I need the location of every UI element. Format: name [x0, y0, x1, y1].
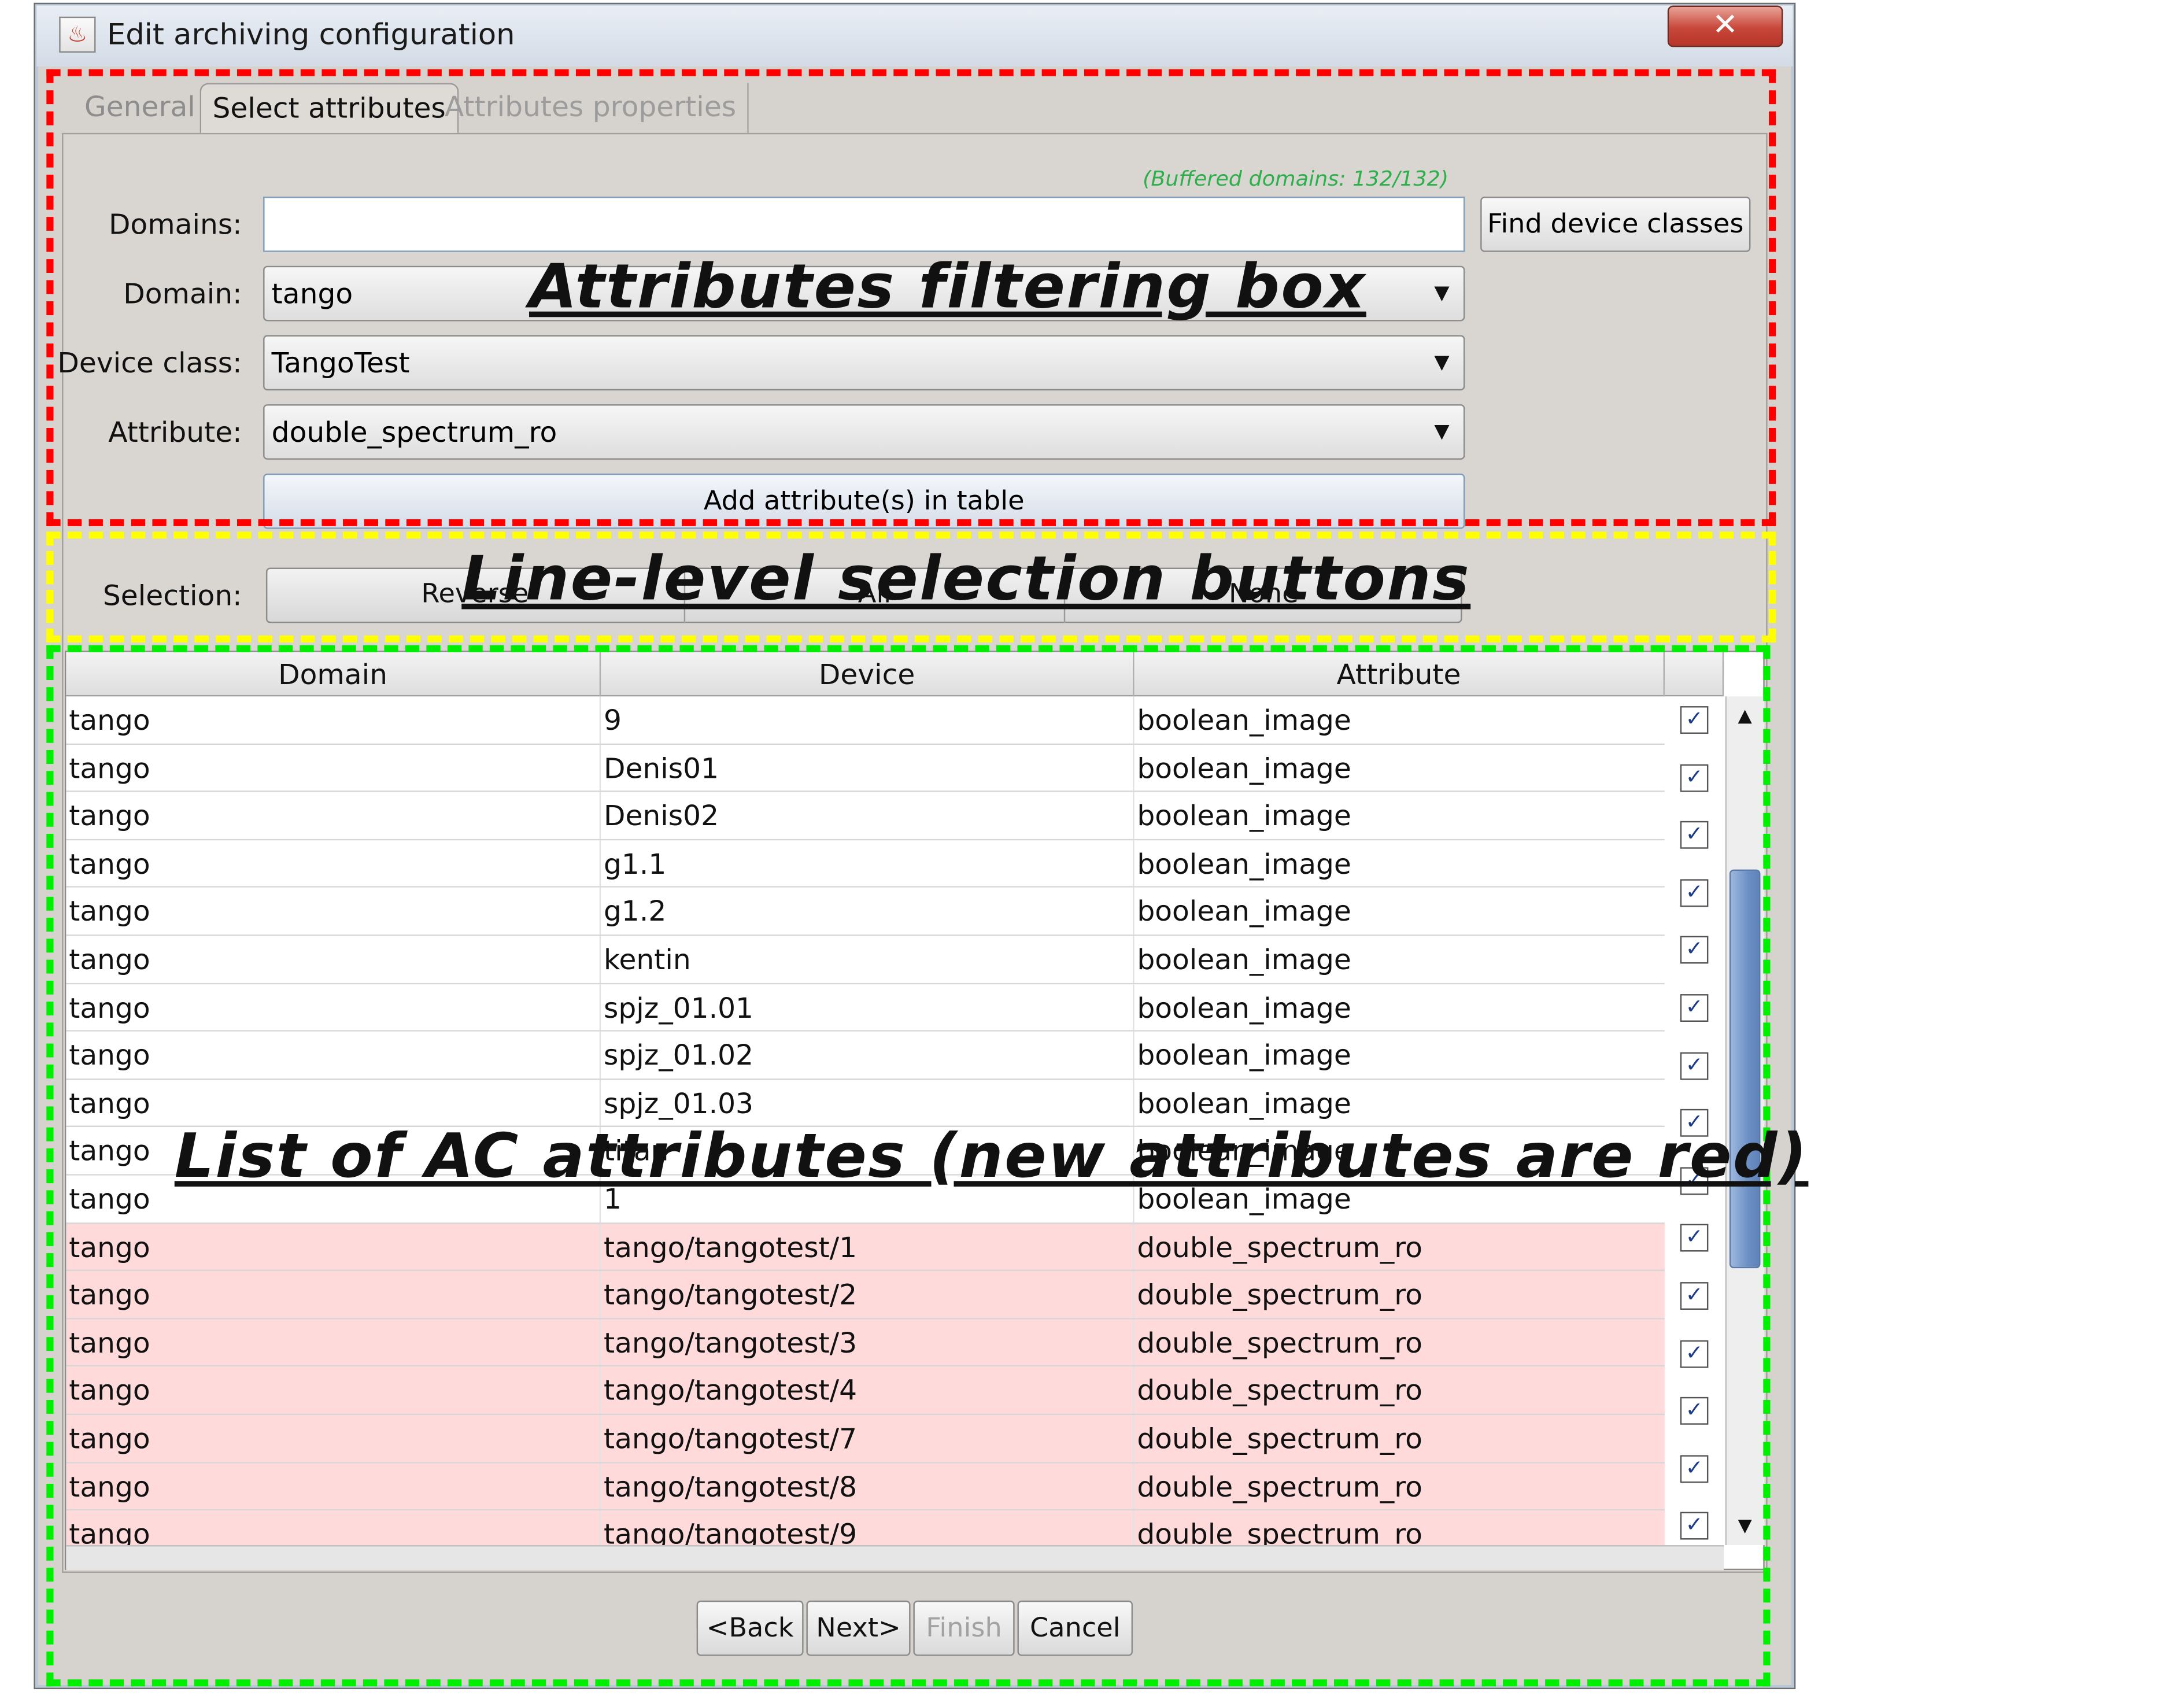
- annotation-filtering-box: Attributes filtering box: [529, 252, 1366, 323]
- window-title: Edit archiving configuration: [106, 18, 515, 51]
- annotation-selection-buttons: Line-level selection buttons: [461, 544, 1471, 615]
- close-icon: ✕: [1712, 8, 1739, 43]
- close-button[interactable]: ✕: [1667, 5, 1783, 47]
- java-icon: ♨: [59, 16, 96, 53]
- annotation-attribute-list: List of AC attributes (new attributes ar…: [174, 1121, 1809, 1192]
